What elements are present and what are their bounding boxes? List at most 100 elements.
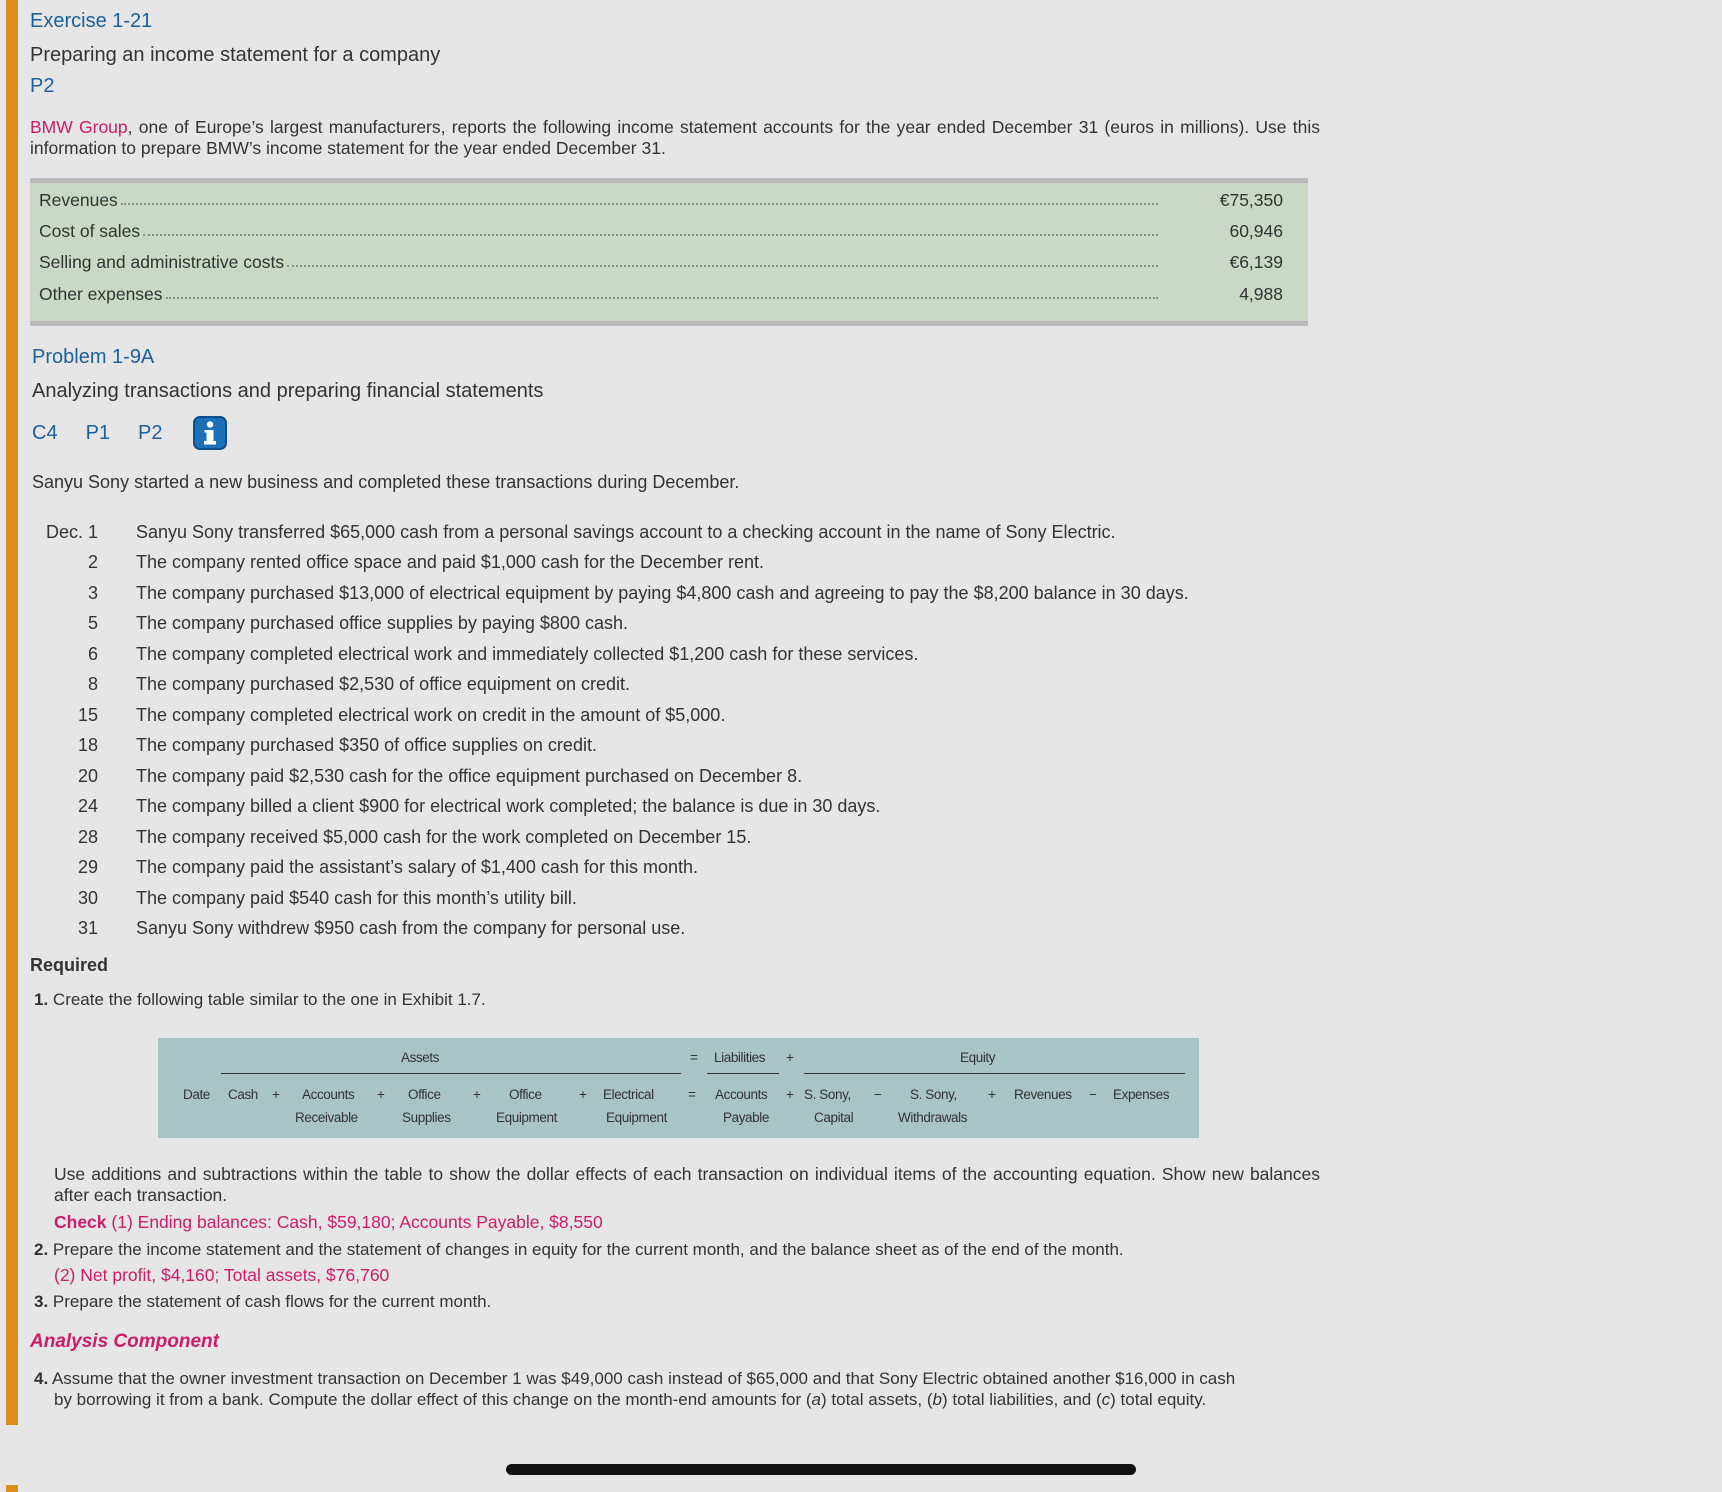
transaction-text: Sanyu Sony withdrew $950 cash from the c… — [136, 918, 686, 939]
col-oe-line2: Equipment — [496, 1110, 557, 1125]
col-withdrawals-line2: Withdrawals — [898, 1110, 968, 1125]
text-part: ) total liabilities, and ( — [941, 1390, 1102, 1409]
col-date: Date — [183, 1087, 210, 1102]
transaction-text: The company completed electrical work on… — [136, 704, 726, 725]
col-ee-line2: Equipment — [606, 1110, 667, 1125]
leader-dots — [287, 265, 1158, 267]
transaction-date: 15 — [77, 704, 98, 725]
transaction-date: 3 — [87, 582, 98, 603]
requirement-text-line2: by borrowing it from a bank. Compute the… — [34, 1389, 1320, 1410]
transaction-date: 18 — [77, 735, 98, 756]
accounts-table: Revenues €75,350 Cost of sales 60,946 Se… — [30, 178, 1308, 326]
transaction-text: Sanyu Sony transferred $65,000 cash from… — [136, 521, 1116, 542]
requirement-1: 1. Create the following table similar to… — [34, 990, 486, 1010]
minus-sign: − — [1089, 1087, 1097, 1102]
transaction-row: 5 The company purchased office supplies b… — [30, 609, 1320, 640]
info-glyph — [203, 421, 216, 445]
check-label: Check — [54, 1212, 107, 1232]
transaction-date: 29 — [77, 857, 98, 878]
leader-dots — [143, 234, 1158, 236]
account-label: Selling and administrative costs — [39, 251, 285, 272]
problem-codes: C4 P1 P2 — [32, 416, 227, 450]
accent-bar — [6, 0, 18, 1425]
assets-header: Assets — [401, 1050, 440, 1065]
account-value: 60,946 — [1229, 220, 1283, 241]
account-row: Other expenses 4,988 — [39, 279, 1283, 309]
transaction-date: 6 — [87, 643, 98, 664]
transaction-date: 30 — [77, 887, 98, 908]
text-part: ) total assets, ( — [821, 1390, 933, 1409]
transaction-row: 2 The company rented office space and pai… — [30, 548, 1320, 579]
transaction-text: The company purchased $2,530 of office e… — [136, 674, 630, 695]
equity-header: Equity — [960, 1050, 996, 1065]
transaction-date: 20 — [77, 765, 98, 786]
transaction-text: The company rented office space and paid… — [136, 552, 765, 573]
transaction-text: The company purchased $13,000 of electri… — [136, 582, 1189, 603]
transaction-row: 31 Sanyu Sony withdrew $950 cash from the… — [30, 914, 1320, 945]
col-capital-line1: S. Sony, — [804, 1087, 851, 1102]
col-ar-line1: Accounts — [302, 1087, 355, 1102]
transaction-date: 5 — [87, 613, 98, 634]
required-heading: Required — [30, 955, 109, 975]
letter-c: c — [1101, 1390, 1111, 1409]
info-icon[interactable] — [192, 416, 227, 450]
transaction-row: 20 The company paid $2,530 cash for the o… — [30, 761, 1320, 792]
plus-sign: + — [377, 1087, 385, 1102]
col-revenues: Revenues — [1014, 1087, 1072, 1102]
letter-b: b — [932, 1390, 942, 1409]
account-value: €75,350 — [1219, 189, 1283, 210]
account-row: Selling and administrative costs €6,139 — [39, 247, 1283, 277]
exercise-title: Exercise 1-21 — [30, 10, 153, 32]
transaction-row: Dec. 1 Sanyu Sony transferred $65,000 cas… — [30, 517, 1320, 548]
transaction-text: The company purchased $350 of office sup… — [136, 735, 597, 756]
requirement-4: 4. Assume that the owner investment tran… — [34, 1368, 1320, 1410]
transaction-text: The company billed a client $900 for ele… — [136, 796, 881, 817]
check-1-text: (1) Ending balances: Cash, $59,180; Acco… — [106, 1212, 603, 1232]
transaction-row: 15 The company completed electrical work … — [30, 700, 1320, 731]
analysis-heading: Analysis Component — [30, 1331, 219, 1352]
transaction-text: The company purchased office supplies by… — [136, 613, 628, 634]
check-1: Check (1) Ending balances: Cash, $59,180… — [54, 1212, 603, 1233]
transaction-text: The company paid $2,530 cash for the off… — [136, 765, 803, 786]
plus-sign: + — [786, 1087, 794, 1102]
transaction-date: 31 — [77, 918, 98, 939]
bmw-group-link[interactable]: BMW Group — [30, 117, 128, 137]
account-row: Cost of sales 60,946 — [39, 216, 1283, 246]
accounting-equation-table: Assets = Liabilities + Equity Date Cash … — [158, 1038, 1199, 1138]
requirement-3: 3. Prepare the statement of cash flows f… — [34, 1292, 491, 1312]
transaction-row: 29 The company paid the assistant’s salar… — [30, 853, 1320, 884]
transaction-row: 6 The company completed electrical work a… — [30, 639, 1320, 670]
transaction-row: 18 The company purchased $350 of office s… — [30, 731, 1320, 762]
assets-rule — [221, 1073, 681, 1074]
home-indicator[interactable] — [506, 1464, 1136, 1475]
plus-sign: + — [579, 1087, 587, 1102]
transaction-date: 2 — [87, 552, 98, 573]
requirement-number: 2. — [34, 1240, 49, 1259]
text-part: ) total equity. — [1110, 1390, 1207, 1409]
requirement-text: Create the following table similar to th… — [48, 990, 486, 1009]
transaction-text: The company paid the assistant’s salary … — [136, 857, 698, 878]
requirement-2: 2. Prepare the income statement and the … — [34, 1240, 1124, 1260]
instruction-text: Use additions and subtractions within th… — [54, 1164, 1320, 1205]
account-value: €6,139 — [1229, 251, 1283, 272]
transaction-date: Dec. 1 — [45, 521, 98, 542]
account-label: Cost of sales — [39, 220, 141, 241]
col-ap-line2: Payable — [723, 1110, 769, 1125]
col-ar-line2: Receivable — [295, 1110, 358, 1125]
letter-a: a — [811, 1390, 822, 1409]
exercise-intro-text: , one of Europe’s largest manufacturers,… — [30, 117, 1320, 158]
col-oe-line1: Office — [509, 1087, 542, 1102]
plus-sign: + — [473, 1087, 481, 1102]
transaction-row: 28 The company received $5,000 cash for t… — [30, 822, 1320, 853]
col-ap-line1: Accounts — [715, 1087, 768, 1102]
transaction-row: 3 The company purchased $13,000 of electr… — [30, 578, 1320, 609]
transaction-text: The company paid $540 cash for this mont… — [136, 887, 577, 908]
liabilities-header: Liabilities — [714, 1050, 766, 1065]
plus-sign: + — [272, 1087, 280, 1102]
leader-dots — [165, 297, 1158, 299]
requirement-text: Prepare the statement of cash flows for … — [48, 1292, 492, 1311]
transaction-row: 30 The company paid $540 cash for this mo… — [30, 883, 1320, 914]
leader-dots — [120, 203, 1158, 205]
transaction-text: The company completed electrical work an… — [136, 643, 919, 664]
transaction-date: 28 — [77, 826, 98, 847]
